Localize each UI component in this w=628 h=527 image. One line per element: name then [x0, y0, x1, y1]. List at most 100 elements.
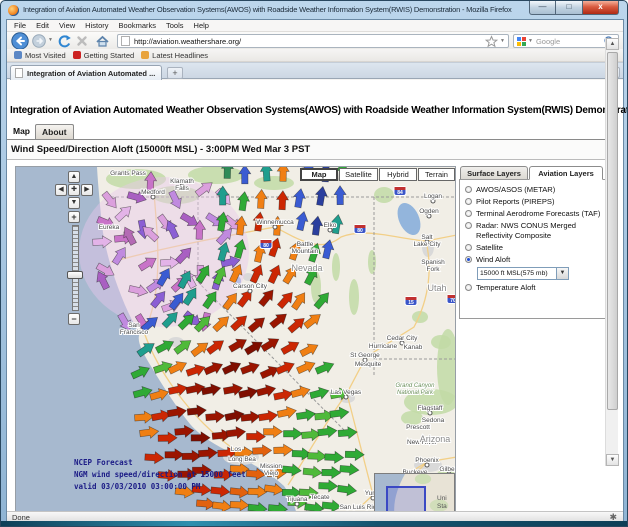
- city-label: Winnemucca: [256, 219, 294, 226]
- map-viewport[interactable]: Grants Pass Medford Klamath Falls Eureka Winn…: [15, 166, 456, 526]
- menu-bar: File Edit View History Bookmarks Tools H…: [7, 20, 623, 31]
- tab-map[interactable]: Map: [10, 124, 33, 138]
- pan-up-button[interactable]: ▲: [68, 171, 80, 183]
- svg-text:70: 70: [450, 298, 456, 304]
- park-area: [431, 335, 451, 349]
- reload-button[interactable]: [57, 34, 71, 48]
- minimize-button[interactable]: —: [529, 1, 556, 15]
- state-label: Utah: [427, 283, 446, 293]
- city-label: Ogden: [419, 208, 439, 215]
- search-box[interactable]: ▼ Google: [513, 34, 619, 48]
- scroll-down-button[interactable]: ▼: [606, 454, 619, 466]
- title-bar[interactable]: Integration of Aviation Automated Weathe…: [1, 1, 627, 20]
- radio-button[interactable]: [465, 243, 472, 251]
- tab-favicon: [15, 68, 23, 78]
- city-label: Mesquite: [355, 361, 382, 368]
- menu-item[interactable]: Tools: [161, 21, 189, 30]
- url-bar[interactable]: http://aviation.weathershare.org/ ▼: [117, 34, 509, 48]
- browser-tab[interactable]: Integration of Aviation Automated ...: [10, 65, 162, 80]
- page-content: Integration of Aviation Automated Weathe…: [7, 80, 627, 526]
- pan-right-button[interactable]: ▶: [81, 184, 93, 196]
- maptype-map-button[interactable]: Map: [300, 168, 338, 181]
- city-label: Elko: [324, 222, 337, 229]
- layer-option[interactable]: Pilot Reports (PIREPS): [464, 197, 603, 207]
- menu-item[interactable]: Bookmarks: [114, 21, 162, 30]
- park-area: [349, 279, 359, 315]
- park-area: [332, 253, 340, 281]
- layer-option-label: Satellite: [476, 242, 504, 252]
- layers-panel: Surface Layers Aviation Layers AWOS/ASOS…: [459, 166, 609, 526]
- pan-left-button[interactable]: ◀: [55, 184, 67, 196]
- scrollbar-thumb[interactable]: [607, 52, 618, 410]
- zoom-slider-track[interactable]: [72, 225, 79, 311]
- city-label: Logan: [424, 193, 442, 200]
- menu-item[interactable]: View: [54, 21, 80, 30]
- menu-item[interactable]: Help: [189, 21, 214, 30]
- wind-aloft-level-select[interactable]: 15000 ft MSL(575 mb) ▼: [477, 266, 569, 280]
- menu-item[interactable]: Edit: [31, 21, 54, 30]
- home-button[interactable]: [95, 34, 110, 48]
- bookmark-item[interactable]: Latest Headlines: [141, 51, 208, 60]
- bookmark-star-icon[interactable]: [485, 34, 499, 48]
- zoom-slider-thumb[interactable]: [67, 271, 83, 279]
- city-label: Tecate: [310, 494, 330, 501]
- city-label: Carson City: [233, 283, 268, 290]
- layer-option[interactable]: AWOS/ASOS (METAR): [464, 185, 603, 195]
- interstate-shield: 80: [259, 239, 273, 249]
- layer-option[interactable]: Wind Aloft: [464, 255, 603, 265]
- maptype-terrain-button[interactable]: Terrain: [418, 168, 455, 181]
- bookmark-item[interactable]: Getting Started: [72, 51, 134, 60]
- ncep-forecast-annotation: NCEP Forecast NGM wind speed/direction a…: [74, 458, 246, 491]
- search-engine-dropdown[interactable]: ▼: [528, 38, 533, 44]
- url-text[interactable]: http://aviation.weathershare.org/: [134, 37, 485, 46]
- bookmarks-bar: Most Visited Getting Started Latest Head…: [7, 49, 623, 62]
- layer-option[interactable]: Temperature Aloft: [464, 283, 603, 293]
- layer-option[interactable]: Satellite: [464, 243, 603, 253]
- menu-item[interactable]: File: [9, 21, 31, 30]
- layer-option[interactable]: Radar: NWS CONUS Merged Reflectivity Com…: [464, 221, 603, 240]
- radio-button[interactable]: [465, 255, 472, 263]
- radio-button[interactable]: [465, 283, 472, 291]
- forward-button[interactable]: [32, 34, 46, 48]
- city-label: Gilbert: [439, 466, 456, 473]
- svg-text:15: 15: [408, 300, 414, 306]
- back-button[interactable]: [11, 32, 29, 50]
- bookmark-icon: [14, 51, 22, 59]
- search-placeholder[interactable]: Google: [536, 37, 603, 46]
- vertical-scrollbar[interactable]: ▲ ▼: [605, 38, 619, 466]
- maptype-hybrid-button[interactable]: Hybrid: [379, 168, 417, 181]
- pan-center-button[interactable]: ✚: [68, 184, 80, 196]
- city-label: Prescott: [406, 424, 430, 431]
- menu-item[interactable]: History: [80, 21, 113, 30]
- svg-text:80: 80: [263, 243, 269, 249]
- city-label: Phoenix: [415, 457, 439, 464]
- park-area: [254, 176, 294, 190]
- radio-button[interactable]: [465, 210, 472, 217]
- map-header: Wind Speed/Direction Aloft (15000ft MSL)…: [7, 140, 617, 160]
- scroll-up-button[interactable]: ▲: [606, 38, 619, 50]
- status-bar: Done ✱: [7, 511, 623, 522]
- stop-button[interactable]: [75, 34, 89, 48]
- pan-down-button[interactable]: ▼: [68, 197, 80, 209]
- bookmark-icon: [72, 51, 81, 59]
- zoom-out-button[interactable]: −: [68, 313, 80, 325]
- close-button[interactable]: x: [582, 1, 619, 15]
- back-forward-dropdown[interactable]: ▼: [48, 37, 53, 43]
- state-label: Nevada: [291, 263, 322, 273]
- tab-surface-layers[interactable]: Surface Layers: [460, 166, 528, 180]
- new-tab-button[interactable]: +: [167, 67, 183, 79]
- layer-option[interactable]: Terminal Aerodrome Forecasts (TAF): [464, 209, 603, 219]
- bookmark-item[interactable]: Most Visited: [14, 51, 66, 60]
- select-dropdown-arrow[interactable]: ▼: [556, 267, 568, 279]
- radio-button[interactable]: [465, 222, 472, 229]
- maptype-satellite-button[interactable]: Satellite: [339, 168, 378, 181]
- zoom-in-button[interactable]: +: [68, 211, 80, 223]
- maximize-button[interactable]: □: [556, 1, 582, 15]
- tab-about[interactable]: About: [35, 124, 74, 139]
- layer-option-label: AWOS/ASOS (METAR): [476, 185, 556, 194]
- tab-aviation-layers[interactable]: Aviation Layers: [529, 166, 603, 180]
- radio-button[interactable]: [465, 186, 472, 193]
- location-dropdown[interactable]: ▼: [500, 38, 505, 44]
- radio-button[interactable]: [465, 198, 472, 205]
- layer-option-label: Temperature Aloft: [476, 282, 536, 292]
